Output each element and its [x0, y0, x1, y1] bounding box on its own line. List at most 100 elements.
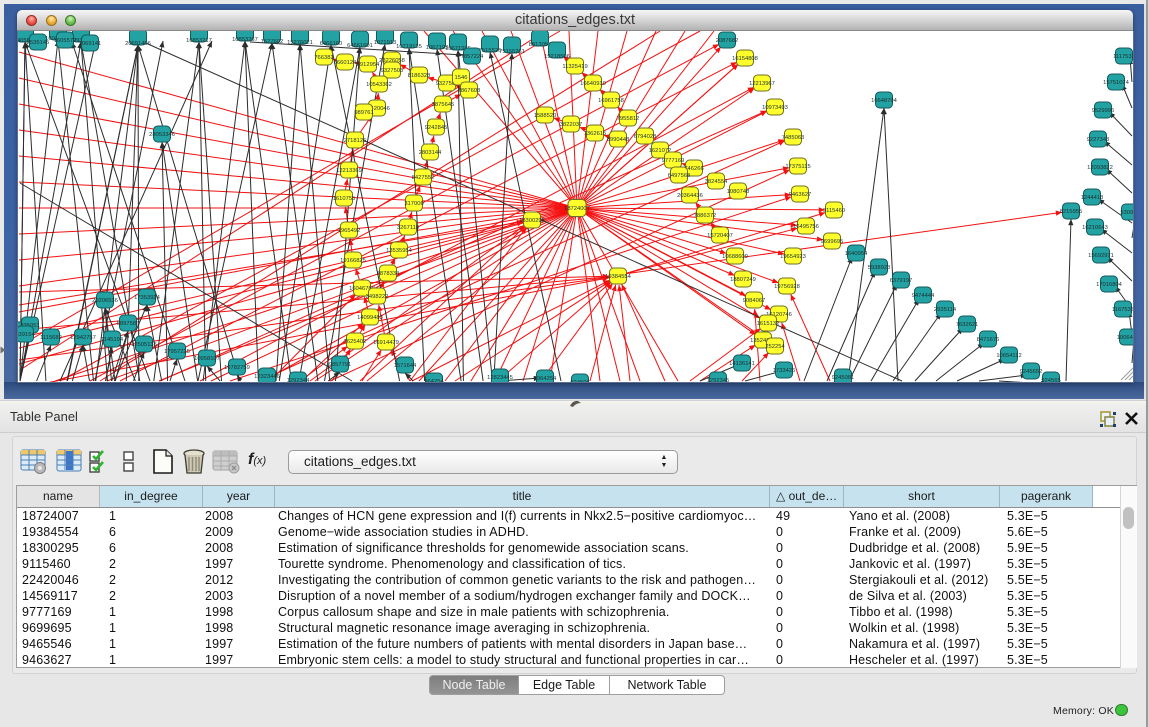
svg-text:20364436: 20364436	[677, 193, 703, 199]
svg-text:19166825: 19166825	[340, 258, 366, 264]
svg-text:3875645: 3875645	[432, 102, 455, 108]
svg-text:7886372: 7886372	[694, 213, 717, 219]
svg-text:7625402: 7625402	[344, 339, 367, 345]
svg-text:19654923: 19654923	[780, 254, 806, 260]
svg-text:9474444: 9474444	[912, 293, 935, 299]
svg-text:16648794: 16648794	[871, 98, 898, 104]
svg-text:530953: 530953	[1120, 210, 1133, 216]
svg-text:15720407: 15720407	[707, 233, 733, 239]
svg-text:16495756: 16495756	[793, 224, 819, 230]
svg-text:924506: 924506	[570, 380, 589, 382]
svg-text:20691406: 20691406	[125, 41, 151, 47]
svg-text:1115682: 1115682	[40, 335, 62, 341]
svg-text:5938923: 5938923	[868, 265, 891, 271]
svg-text:17957225: 17957225	[164, 349, 190, 355]
svg-text:16782759: 16782759	[224, 365, 250, 371]
svg-text:2867608: 2867608	[458, 88, 481, 94]
svg-text:19218506: 19218506	[544, 54, 570, 60]
svg-text:1640954: 1640954	[845, 251, 868, 257]
svg-text:12505135: 12505135	[131, 342, 157, 348]
svg-text:16853217: 16853217	[186, 38, 212, 44]
svg-text:9857791: 9857791	[329, 362, 352, 368]
svg-text:12942757: 12942757	[70, 335, 96, 341]
svg-text:317006: 317006	[404, 201, 423, 207]
svg-text:13535954: 13535954	[386, 248, 413, 254]
svg-text:15751074: 15751074	[1103, 80, 1130, 86]
svg-text:1006453: 1006453	[1117, 335, 1133, 341]
svg-text:11325419: 11325419	[562, 64, 587, 70]
svg-text:1362615: 1362615	[584, 131, 607, 137]
svg-text:10688609: 10688609	[722, 254, 748, 260]
svg-text:12213967: 12213967	[749, 81, 775, 87]
svg-text:1588520: 1588520	[534, 113, 557, 119]
svg-text:924565: 924565	[1041, 378, 1060, 382]
svg-text:2069141: 2069141	[79, 41, 102, 47]
svg-text:8660124: 8660124	[334, 60, 357, 66]
svg-text:18807249: 18807249	[730, 277, 756, 283]
svg-text:19384554: 19384554	[605, 274, 632, 280]
svg-text:1615132: 1615132	[757, 321, 780, 327]
svg-text:10958107: 10958107	[194, 356, 220, 362]
svg-text:1117533: 1117533	[1113, 54, 1133, 60]
svg-text:3267110: 3267110	[397, 225, 419, 231]
svg-text:1527602: 1527602	[261, 39, 284, 45]
svg-text:8215955: 8215955	[1060, 209, 1083, 215]
svg-text:10853267: 10853267	[232, 37, 258, 43]
svg-text:18300295: 18300295	[519, 218, 545, 224]
svg-text:9227343: 9227343	[1087, 137, 1110, 143]
svg-text:12823445: 12823445	[487, 375, 513, 381]
svg-text:9084067: 9084067	[743, 298, 766, 304]
svg-text:2803144: 2803144	[419, 150, 442, 156]
svg-text:15692971: 15692971	[1088, 253, 1114, 259]
svg-text:9327503: 9327503	[381, 68, 404, 74]
svg-text:2718126: 2718126	[344, 138, 367, 144]
svg-text:9699695: 9699695	[821, 239, 844, 245]
svg-text:1605572: 1605572	[54, 38, 77, 44]
svg-text:8471676: 8471676	[977, 337, 1000, 343]
svg-text:1071913: 1071913	[374, 40, 397, 46]
svg-text:964254: 964254	[424, 379, 444, 382]
svg-text:8912954: 8912954	[357, 62, 380, 68]
svg-text:10719135: 10719135	[396, 44, 422, 50]
svg-text:839154: 839154	[18, 332, 35, 338]
svg-text:252254: 252254	[765, 344, 785, 350]
svg-text:12323446: 12323446	[254, 374, 280, 380]
svg-text:12093822: 12093822	[1087, 165, 1113, 171]
svg-text:18724007: 18724007	[564, 206, 590, 212]
svg-text:1965492: 1965492	[338, 228, 361, 234]
svg-text:6794028: 6794028	[634, 134, 657, 140]
svg-text:1145194: 1145194	[101, 337, 124, 343]
svg-text:9529996: 9529996	[1092, 108, 1115, 114]
svg-text:766382: 766382	[314, 55, 333, 61]
svg-text:7955812: 7955812	[617, 116, 640, 122]
svg-text:20206536: 20206536	[92, 298, 118, 304]
svg-text:9777169: 9777169	[662, 158, 685, 164]
svg-text:9245652: 9245652	[1020, 369, 1043, 375]
svg-text:2087682: 2087682	[716, 38, 739, 44]
svg-text:28053346: 28053346	[149, 132, 175, 138]
svg-text:2935114: 2935114	[934, 307, 957, 313]
svg-text:9463627: 9463627	[789, 192, 812, 198]
svg-text:7485063: 7485063	[782, 135, 805, 141]
svg-text:9245081: 9245081	[832, 375, 855, 381]
svg-text:16961758: 16961758	[598, 98, 624, 104]
svg-text:15276021: 15276021	[287, 40, 313, 46]
svg-text:3822037: 3822037	[560, 122, 583, 128]
svg-text:14136141: 14136141	[729, 361, 755, 367]
svg-text:9897586: 9897586	[117, 321, 140, 327]
svg-text:7632621: 7632621	[956, 322, 979, 328]
svg-text:8990448: 8990448	[607, 137, 630, 143]
svg-text:1964254: 1964254	[534, 376, 557, 382]
svg-text:989761: 989761	[354, 110, 373, 116]
svg-text:17353924: 17353924	[134, 295, 161, 301]
svg-text:16914479: 16914479	[373, 340, 399, 346]
svg-text:10973493: 10973493	[762, 105, 788, 111]
svg-text:8427552: 8427552	[412, 175, 435, 181]
svg-text:6497568: 6497568	[668, 173, 691, 179]
svg-text:1244418: 1244418	[1081, 195, 1104, 201]
svg-text:1571644: 1571644	[394, 363, 417, 369]
svg-text:10543362: 10543362	[366, 82, 392, 88]
svg-text:8186328: 8186328	[408, 73, 431, 79]
svg-text:2535145: 2535145	[27, 40, 50, 46]
svg-text:7857224: 7857224	[461, 54, 484, 60]
